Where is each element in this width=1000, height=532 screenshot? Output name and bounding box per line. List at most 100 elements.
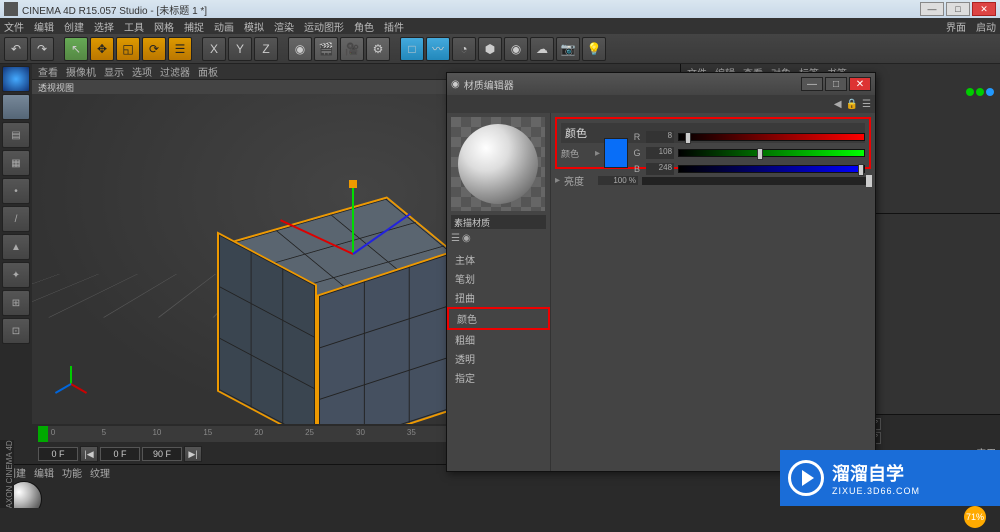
menu-animate[interactable]: 动画	[214, 19, 234, 34]
menu-layout[interactable]: 界面	[946, 19, 966, 34]
menu-mesh[interactable]: 网格	[154, 19, 174, 34]
me-preview-icon[interactable]: ◉	[462, 233, 471, 244]
brightness-expand-icon[interactable]: ▸	[555, 175, 560, 186]
vp-menu-filter[interactable]: 过滤器	[160, 64, 190, 79]
model-mode-icon[interactable]	[2, 94, 30, 120]
menu-tools[interactable]: 工具	[124, 19, 144, 34]
axis-mode-icon[interactable]: ✦	[2, 262, 30, 288]
add-light[interactable]: 💡	[582, 37, 606, 61]
color-expand-icon[interactable]: ▸	[595, 148, 600, 159]
b-slider[interactable]	[678, 165, 865, 173]
vp-menu-options[interactable]: 选项	[132, 64, 152, 79]
workplane-icon[interactable]: ▦	[2, 150, 30, 176]
render-view[interactable]: 🎬	[314, 37, 338, 61]
channel-distort[interactable]: 扭曲	[447, 288, 550, 307]
brightness-slider[interactable]	[642, 177, 871, 185]
point-mode-icon[interactable]: •	[2, 178, 30, 204]
mm-menu-function[interactable]: 功能	[62, 465, 82, 480]
select-tool[interactable]: ↖	[64, 37, 88, 61]
g-slider[interactable]	[678, 149, 865, 157]
menu-plugins[interactable]: 插件	[384, 19, 404, 34]
menu-mograph[interactable]: 运动图形	[304, 19, 344, 34]
undo-button[interactable]: ↶	[4, 37, 28, 61]
me-back-button[interactable]: ◀	[834, 99, 842, 110]
start-frame-field[interactable]: 0 F	[38, 447, 78, 461]
snap-toggle-icon[interactable]: ⊞	[2, 290, 30, 316]
scale-tool[interactable]: ◱	[116, 37, 140, 61]
menu-render[interactable]: 渲染	[274, 19, 294, 34]
gizmo-y-axis[interactable]	[352, 184, 354, 254]
channel-body[interactable]: 主体	[447, 250, 550, 269]
polygon-mode-icon[interactable]: ▲	[2, 234, 30, 260]
minimize-button[interactable]: —	[920, 2, 944, 16]
coord-system[interactable]: ◉	[288, 37, 312, 61]
axis-z-toggle[interactable]: Z	[254, 37, 278, 61]
menu-edit[interactable]: 编辑	[34, 19, 54, 34]
add-spline[interactable]: 〰	[426, 37, 450, 61]
cube-object[interactable]	[222, 234, 422, 424]
vp-menu-panel[interactable]: 面板	[198, 64, 218, 79]
material-name-field[interactable]: 素描材质	[451, 215, 546, 229]
menu-create[interactable]: 创建	[64, 19, 84, 34]
b-value-field[interactable]: 248	[646, 163, 674, 175]
make-editable-icon[interactable]	[2, 66, 30, 92]
r-value-field[interactable]: 8	[646, 131, 674, 143]
add-cube[interactable]: □	[400, 37, 424, 61]
edge-mode-icon[interactable]: /	[2, 206, 30, 232]
material-editor-titlebar[interactable]: ◉ 材质编辑器 — □ ✕	[447, 73, 875, 95]
add-camera[interactable]: 📷	[556, 37, 580, 61]
add-generator[interactable]: ⬢	[478, 37, 502, 61]
color-swatch[interactable]	[604, 138, 628, 168]
gizmo-y-handle[interactable]	[349, 180, 357, 188]
vp-menu-display[interactable]: 显示	[104, 64, 124, 79]
add-environment[interactable]: ☁	[530, 37, 554, 61]
menu-snap[interactable]: 捕捉	[184, 19, 204, 34]
me-close-button[interactable]: ✕	[849, 77, 871, 91]
channel-stroke[interactable]: 笔划	[447, 269, 550, 288]
tag-dot[interactable]	[986, 88, 994, 96]
material-preview[interactable]	[451, 117, 545, 211]
menu-startup[interactable]: 启动	[976, 19, 996, 34]
texture-mode-icon[interactable]: ▤	[2, 122, 30, 148]
maximize-button[interactable]: □	[946, 2, 970, 16]
vp-menu-view[interactable]: 查看	[38, 64, 58, 79]
axis-y-toggle[interactable]: Y	[228, 37, 252, 61]
menu-file[interactable]: 文件	[4, 19, 24, 34]
add-deformer[interactable]: ◉	[504, 37, 528, 61]
me-minimize-button[interactable]: —	[801, 77, 823, 91]
add-nurbs[interactable]: ◔	[452, 37, 476, 61]
r-slider[interactable]	[678, 133, 865, 141]
menu-select[interactable]: 选择	[94, 19, 114, 34]
render-settings[interactable]: ⚙	[366, 37, 390, 61]
me-layer-icon[interactable]: ☰	[451, 233, 460, 244]
end-frame-field[interactable]: 90 F	[142, 447, 182, 461]
visibility-editor-dot[interactable]	[966, 88, 974, 96]
axis-x-toggle[interactable]: X	[202, 37, 226, 61]
render-pv[interactable]: 🎥	[340, 37, 364, 61]
channel-color[interactable]: 颜色	[447, 307, 550, 330]
mm-menu-texture[interactable]: 纹理	[90, 465, 110, 480]
current-frame-field[interactable]: 0 F	[100, 447, 140, 461]
vp-menu-cameras[interactable]: 摄像机	[66, 64, 96, 79]
close-button[interactable]: ✕	[972, 2, 996, 16]
redo-button[interactable]: ↷	[30, 37, 54, 61]
move-tool[interactable]: ✥	[90, 37, 114, 61]
g-value-field[interactable]: 108	[646, 147, 674, 159]
goto-end-button[interactable]: ▶|	[184, 446, 202, 462]
me-lock-icon[interactable]: 🔒	[846, 99, 858, 110]
timeline-playhead[interactable]	[38, 426, 48, 442]
mm-menu-edit[interactable]: 编辑	[34, 465, 54, 480]
me-menu-icon[interactable]: ☰	[862, 99, 871, 110]
menu-simulate[interactable]: 模拟	[244, 19, 264, 34]
visibility-render-dot[interactable]	[976, 88, 984, 96]
goto-start-button[interactable]: |◀	[80, 446, 98, 462]
channel-assign[interactable]: 指定	[447, 368, 550, 387]
channel-thickness[interactable]: 粗细	[447, 330, 550, 349]
menu-character[interactable]: 角色	[354, 19, 374, 34]
channel-opacity[interactable]: 透明	[447, 349, 550, 368]
me-maximize-button[interactable]: □	[825, 77, 847, 91]
workplane-toggle-icon[interactable]: ⊡	[2, 318, 30, 344]
rotate-tool[interactable]: ⟳	[142, 37, 166, 61]
brightness-value-field[interactable]: 100 %	[598, 176, 638, 185]
recent-tool[interactable]: ☰	[168, 37, 192, 61]
